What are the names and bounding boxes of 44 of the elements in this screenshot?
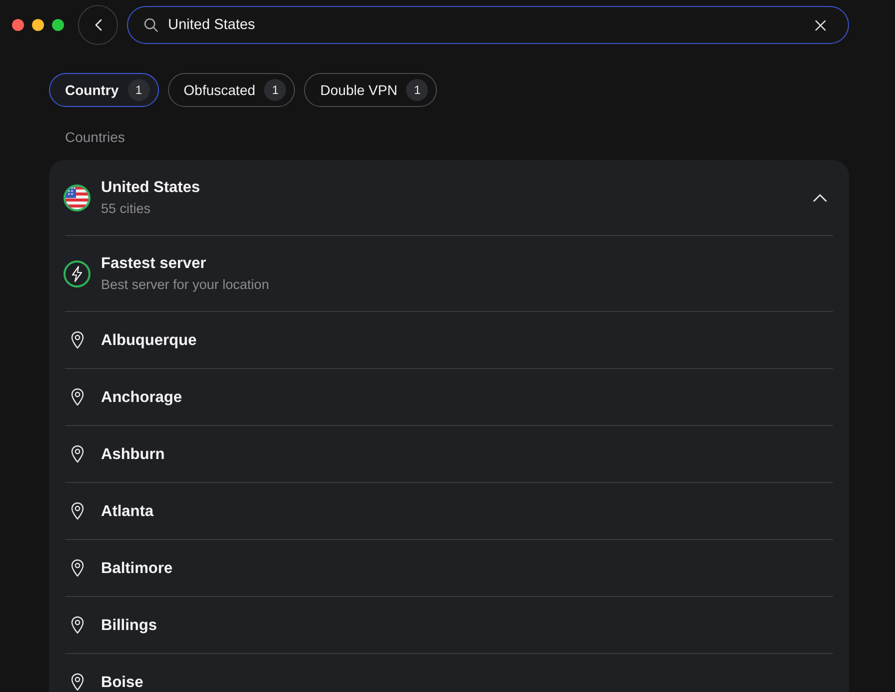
city-item[interactable]: Billings bbox=[65, 597, 833, 654]
fastest-server-title: Fastest server bbox=[101, 254, 206, 272]
filter-chip[interactable]: Country 1 bbox=[49, 73, 159, 107]
city-item[interactable]: Ashburn bbox=[65, 426, 833, 483]
filter-chip[interactable]: Double VPN 1 bbox=[304, 73, 438, 107]
section-heading: Countries bbox=[65, 129, 125, 145]
location-pin-icon bbox=[70, 388, 84, 406]
city-name: Ashburn bbox=[101, 444, 165, 464]
count-badge: 1 bbox=[128, 79, 150, 101]
city-item[interactable]: Boise bbox=[65, 654, 833, 692]
filter-chip[interactable]: Obfuscated 1 bbox=[168, 73, 296, 107]
city-name: Anchorage bbox=[101, 388, 182, 406]
city-item[interactable]: Anchorage bbox=[65, 369, 833, 426]
country-name: United States bbox=[101, 178, 200, 196]
location-pin-icon bbox=[70, 502, 84, 520]
fastest-server-subtitle: Best server for your location bbox=[101, 276, 270, 294]
fastest-server-item[interactable]: Fastest server Best server for your location bbox=[65, 236, 833, 312]
lightning-icon bbox=[63, 260, 91, 288]
location-pin-icon bbox=[70, 673, 84, 691]
flag-icon bbox=[63, 184, 91, 212]
city-name: Billings bbox=[101, 616, 157, 634]
location-pin-icon bbox=[70, 445, 84, 463]
city-name: Albuquerque bbox=[101, 330, 197, 350]
city-item[interactable]: Baltimore bbox=[65, 540, 833, 597]
count-badge: 1 bbox=[264, 79, 286, 101]
city-name: Boise bbox=[101, 672, 144, 692]
minimize-window-icon[interactable] bbox=[32, 19, 44, 31]
city-name: Atlanta bbox=[101, 502, 154, 520]
count-badge: 1 bbox=[406, 79, 428, 101]
chevron-up-icon[interactable] bbox=[813, 194, 827, 202]
city-count: 55 cities bbox=[101, 200, 151, 218]
chevron-left-icon bbox=[94, 19, 102, 31]
country-item[interactable]: United States 55 cities bbox=[65, 160, 833, 236]
city-item[interactable]: Albuquerque bbox=[65, 312, 833, 369]
location-pin-icon bbox=[70, 331, 84, 349]
location-pin-icon bbox=[70, 616, 84, 634]
search-icon bbox=[144, 18, 158, 32]
city-name: Baltimore bbox=[101, 558, 172, 578]
search-field[interactable]: United States bbox=[127, 6, 849, 44]
location-pin-icon bbox=[70, 559, 84, 577]
close-window-icon[interactable] bbox=[12, 19, 24, 31]
city-item[interactable]: Atlanta bbox=[65, 483, 833, 540]
clear-search-icon[interactable] bbox=[815, 20, 826, 30]
zoom-window-icon[interactable] bbox=[52, 19, 64, 31]
